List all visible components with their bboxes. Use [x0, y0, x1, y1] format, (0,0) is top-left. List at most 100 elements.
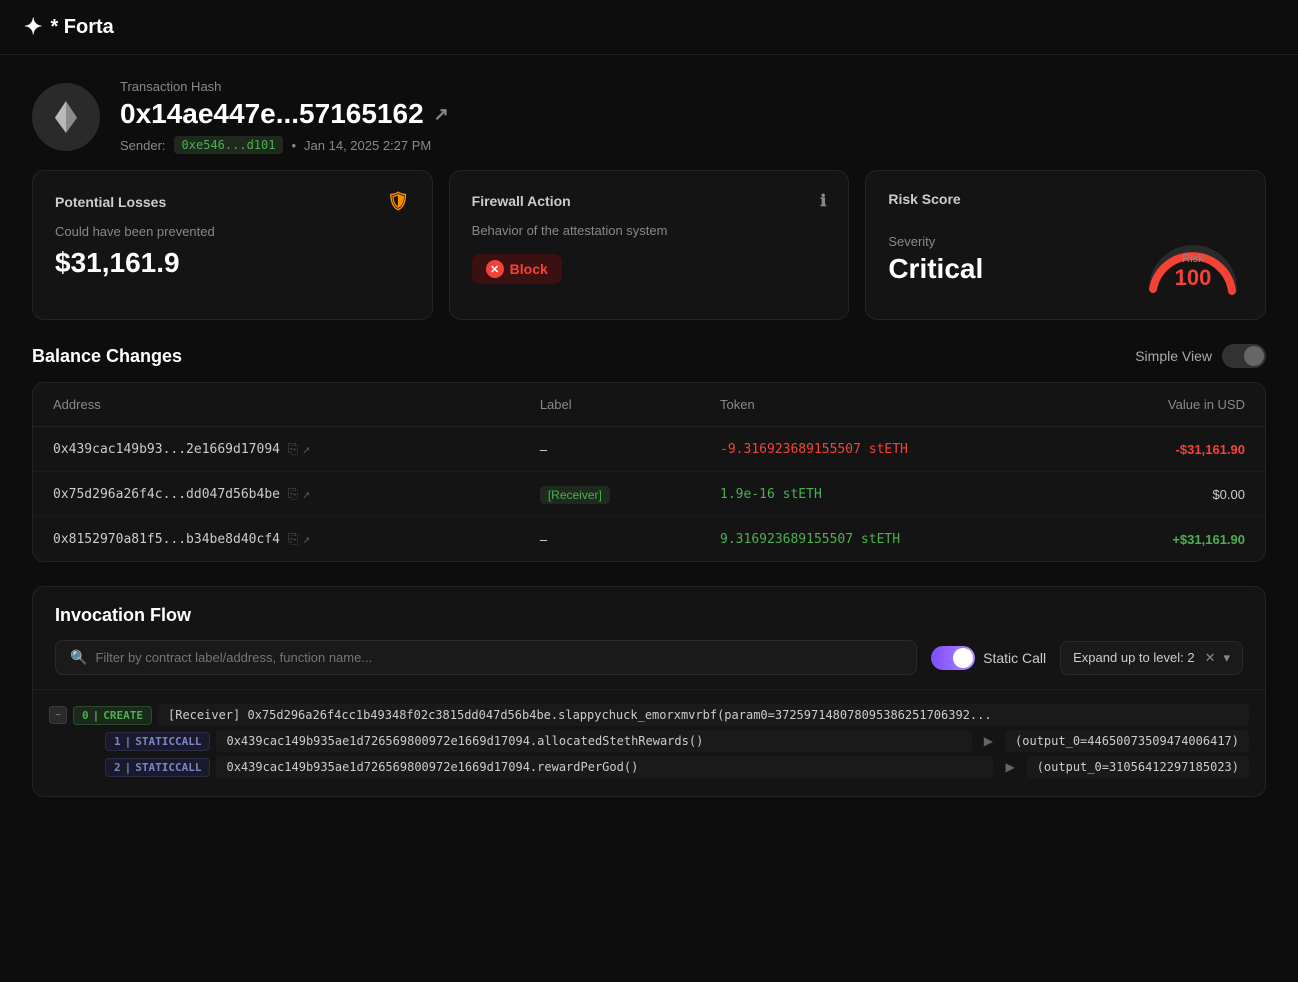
- firewall-action-card: Firewall Action ℹ Behavior of the attest…: [449, 170, 850, 320]
- tx-hash: 0x14ae447e...57165162 ↗: [120, 98, 449, 130]
- potential-losses-subtitle: Could have been prevented: [55, 224, 410, 239]
- flow-row: 1 | STATICCALL 0x439cac149b935ae1d726569…: [49, 730, 1249, 752]
- row-value: -$31,161.90: [1073, 427, 1265, 472]
- row-address: 0x8152970a81f5...b34be8d40cf4 ⎘ ↗: [33, 517, 520, 562]
- flow-level-badge: 2 | STATICCALL: [105, 758, 210, 777]
- balance-changes-section: Balance Changes Simple View Address Labe…: [0, 344, 1298, 586]
- row-address: 0x439cac149b93...2e1669d17094 ⎘ ↗: [33, 427, 520, 472]
- row-label: –: [520, 427, 700, 472]
- flow-separator: |: [125, 761, 132, 774]
- row-address: 0x75d296a26f4c...dd047d56b4be ⎘ ↗: [33, 472, 520, 517]
- header: ✦ * Forta: [0, 0, 1298, 55]
- logo-star-icon: ✦: [24, 14, 42, 40]
- tx-timestamp: Jan 14, 2025 2:27 PM: [304, 138, 431, 153]
- logo: ✦ * Forta: [24, 14, 114, 40]
- address-icons: ⎘ ↗: [288, 442, 310, 457]
- flow-output: (output_0=44650073509474006417): [1005, 730, 1249, 752]
- potential-losses-card: Potential Losses 🛡 Could have been preve…: [32, 170, 433, 320]
- simple-view-toggle: Simple View: [1135, 344, 1266, 368]
- balance-changes-title: Balance Changes: [32, 346, 182, 367]
- static-call-switch[interactable]: [931, 646, 975, 670]
- risk-score-card: Risk Score Severity Critical Risk 100: [865, 170, 1266, 320]
- balance-changes-header: Balance Changes Simple View: [32, 344, 1266, 368]
- risk-gauge: Risk 100: [1143, 219, 1243, 299]
- row-value: $0.00: [1073, 472, 1265, 517]
- static-call-toggle: Static Call: [931, 646, 1046, 670]
- external-link-icon[interactable]: ↗: [302, 442, 310, 457]
- flow-code: 0x439cac149b935ae1d726569800972e1669d170…: [216, 730, 971, 752]
- search-box: 🔍: [55, 640, 917, 675]
- flow-level-badge: 0 | CREATE: [73, 706, 152, 725]
- potential-losses-title: Potential Losses 🛡: [55, 191, 410, 212]
- row-token: -9.316923689155507 stETH: [700, 427, 1073, 472]
- external-link-icon[interactable]: ↗: [302, 532, 310, 547]
- tx-hash-value: 0x14ae447e...57165162: [120, 98, 424, 130]
- severity-label: Severity: [888, 234, 983, 249]
- sender-label: Sender:: [120, 138, 166, 153]
- invocation-controls: 🔍 Static Call Expand up to level: 2 ✕ ▾: [55, 640, 1243, 675]
- search-input[interactable]: [95, 650, 902, 665]
- firewall-action-subtitle: Behavior of the attestation system: [472, 223, 827, 238]
- potential-losses-value: $31,161.9: [55, 247, 410, 279]
- copy-icon[interactable]: ⎘: [288, 487, 298, 502]
- risk-word: Risk: [1175, 253, 1212, 265]
- invocation-box: Invocation Flow 🔍 Static Call Expand up …: [32, 586, 1266, 797]
- address-text: 0x75d296a26f4c...dd047d56b4be: [53, 487, 280, 502]
- flow-row-inner: 2 | STATICCALL 0x439cac149b935ae1d726569…: [81, 756, 1249, 778]
- transaction-section: Transaction Hash 0x14ae447e...57165162 ↗…: [0, 55, 1298, 170]
- external-link-icon[interactable]: ↗: [434, 104, 449, 125]
- copy-icon[interactable]: ⎘: [288, 532, 298, 547]
- row-token: 9.316923689155507 stETH: [700, 517, 1073, 562]
- search-icon: 🔍: [70, 649, 87, 666]
- firewall-action-title: Firewall Action ℹ: [472, 191, 827, 211]
- expand-label: Expand up to level: 2: [1073, 650, 1194, 665]
- address-icons: ⎘ ↗: [288, 487, 310, 502]
- row-label: –: [520, 517, 700, 562]
- expand-close-icon[interactable]: ✕: [1205, 650, 1216, 666]
- block-x-icon: ✕: [486, 260, 504, 278]
- toggle-knob: [1244, 346, 1264, 366]
- flow-output: (output_0=31056412297185023): [1027, 756, 1249, 778]
- flow-row: − 0 | CREATE [Receiver] 0x75d296a26f4cc1…: [49, 704, 1249, 726]
- external-link-icon[interactable]: ↗: [302, 487, 310, 502]
- collapse-button[interactable]: −: [49, 706, 67, 724]
- flow-row: 2 | STATICCALL 0x439cac149b935ae1d726569…: [49, 756, 1249, 778]
- flow-code: 0x439cac149b935ae1d726569800972e1669d170…: [216, 756, 993, 778]
- flow-type: STATICCALL: [135, 761, 201, 774]
- chevron-down-icon[interactable]: ▾: [1223, 650, 1230, 666]
- flow-level: 1: [114, 735, 121, 748]
- table-row: 0x75d296a26f4c...dd047d56b4be ⎘ ↗ [Recei…: [33, 472, 1265, 517]
- row-value: +$31,161.90: [1073, 517, 1265, 562]
- transaction-info: Transaction Hash 0x14ae447e...57165162 ↗…: [120, 79, 449, 154]
- flow-body: − 0 | CREATE [Receiver] 0x75d296a26f4cc1…: [33, 690, 1265, 796]
- static-call-knob: [953, 648, 973, 668]
- copy-icon[interactable]: ⎘: [288, 442, 298, 457]
- shield-icon: 🛡: [387, 191, 410, 212]
- col-value: Value in USD: [1073, 383, 1265, 427]
- row-label: [Receiver]: [520, 472, 700, 517]
- tx-label: Transaction Hash: [120, 79, 449, 94]
- flow-type: CREATE: [103, 709, 143, 722]
- info-icon: ℹ: [820, 191, 826, 211]
- block-label: Block: [510, 261, 548, 277]
- severity-value: Critical: [888, 253, 983, 285]
- tx-dot: •: [291, 138, 296, 153]
- address-text: 0x8152970a81f5...b34be8d40cf4: [53, 532, 280, 547]
- expand-control[interactable]: Expand up to level: 2 ✕ ▾: [1060, 641, 1243, 675]
- risk-score-title: Risk Score: [888, 191, 1243, 207]
- static-call-label: Static Call: [983, 650, 1046, 666]
- risk-gauge-label: Risk 100: [1175, 253, 1212, 291]
- flow-code: [Receiver] 0x75d296a26f4cc1b49348f02c381…: [158, 704, 1249, 726]
- address-icons: ⎘ ↗: [288, 532, 310, 547]
- cards-row: Potential Losses 🛡 Could have been preve…: [0, 170, 1298, 344]
- col-label: Label: [520, 383, 700, 427]
- invocation-flow-section: Invocation Flow 🔍 Static Call Expand up …: [0, 586, 1298, 821]
- tx-meta: Sender: 0xe546...d101 • Jan 14, 2025 2:2…: [120, 136, 449, 154]
- flow-level: 2: [114, 761, 121, 774]
- risk-card-inner: Severity Critical Risk 100: [888, 219, 1243, 299]
- receiver-badge: [Receiver]: [540, 486, 610, 504]
- flow-separator: |: [93, 709, 100, 722]
- simple-view-switch[interactable]: [1222, 344, 1266, 368]
- flow-arrow: ▶: [1005, 760, 1014, 774]
- risk-text: Severity Critical: [888, 234, 983, 285]
